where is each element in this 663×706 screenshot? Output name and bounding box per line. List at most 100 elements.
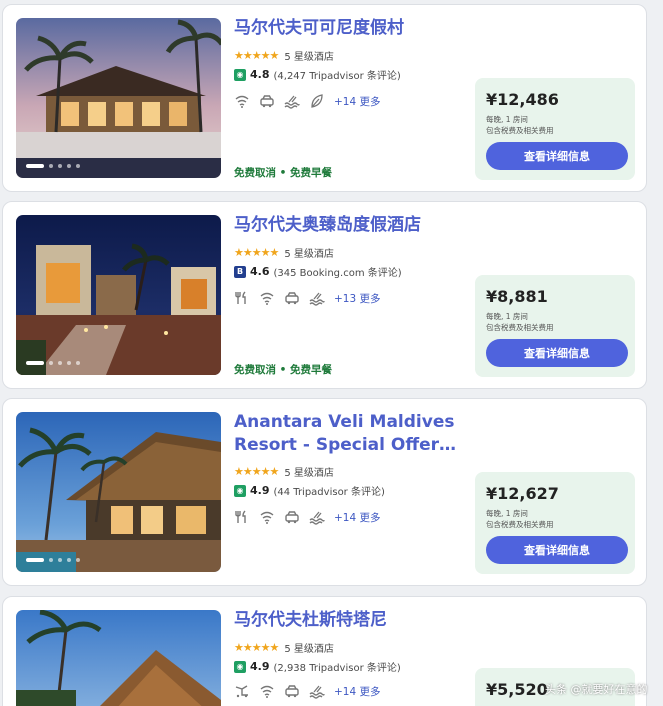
carousel-dot[interactable] <box>26 164 44 168</box>
price-tax-note: 包含税费及相关费用 <box>486 126 554 135</box>
perks-label: 免费取消 • 免费早餐 <box>234 364 333 376</box>
view-details-button[interactable]: 查看详细信息 <box>486 339 628 367</box>
hotel-photo[interactable] <box>16 18 221 178</box>
airport-shuttle-icon <box>234 683 250 699</box>
hotel-photo[interactable] <box>16 215 221 375</box>
review-count: (44 Tripadvisor 条评论) <box>273 487 385 498</box>
tripadvisor-icon: ◉ <box>234 660 246 673</box>
pool-icon <box>309 509 325 525</box>
photo-carousel-dots[interactable] <box>26 164 80 168</box>
review-rating[interactable]: B 4.6 (345 Booking.com 条评论) <box>234 264 402 279</box>
price-tax-note: 包含税费及相关费用 <box>486 323 554 332</box>
hotel-card[interactable]: 马尔代夫奥臻岛度假酒店 ★★★★★ 5 星级酒店 B 4.6 (345 Book… <box>2 201 647 389</box>
watermark: 头条 @就要好在意的 <box>545 683 648 696</box>
resort-dusk-image <box>16 18 221 178</box>
wifi-icon <box>259 509 275 525</box>
hotel-name-link[interactable]: 马尔代夫杜斯特塔尼 <box>234 609 466 632</box>
car-icon <box>284 290 300 306</box>
carousel-dot[interactable] <box>26 361 44 365</box>
star-rating: ★★★★★ 5 星级酒店 <box>234 464 334 479</box>
review-rating[interactable]: ◉ 4.9 (44 Tripadvisor 条评论) <box>234 483 385 498</box>
review-score: 4.9 <box>250 660 270 673</box>
amenities-row: +14 更多 <box>234 683 381 699</box>
pool-icon <box>284 93 300 109</box>
carousel-dot[interactable] <box>76 361 80 365</box>
price-amount: ¥12,486 <box>486 90 559 109</box>
star-rating: ★★★★★ 5 星级酒店 <box>234 48 334 63</box>
carousel-dot[interactable] <box>67 361 71 365</box>
price-per-night-note: 每晚, 1 房间 <box>486 312 528 321</box>
tripadvisor-icon: ◉ <box>234 68 246 81</box>
resort-night-image <box>16 215 221 375</box>
view-details-button[interactable]: 查看详细信息 <box>486 142 628 170</box>
more-amenities-link[interactable]: +14 更多 <box>334 94 381 109</box>
tripadvisor-icon: ◉ <box>234 484 246 497</box>
star-icons: ★★★★★ <box>234 465 279 478</box>
amenities-row: +13 更多 <box>234 290 381 306</box>
carousel-dot[interactable] <box>58 361 62 365</box>
more-amenities-link[interactable]: +13 更多 <box>334 291 381 306</box>
amenities-row: +14 更多 <box>234 93 381 109</box>
carousel-dot[interactable] <box>76 164 80 168</box>
restaurant-icon <box>234 509 250 525</box>
review-score: 4.8 <box>250 68 270 81</box>
price-per-night-note: 每晚, 1 房间 <box>486 115 528 124</box>
price-panel: ¥12,486 每晚, 1 房间 包含税费及相关费用 查看详细信息 <box>475 78 635 180</box>
carousel-dot[interactable] <box>76 558 80 562</box>
wifi-icon <box>259 290 275 306</box>
hotel-card[interactable]: Anantara Veli Maldives Resort - Special … <box>2 398 647 586</box>
star-class-label: 5 星级酒店 <box>284 468 334 479</box>
carousel-dot[interactable] <box>49 164 53 168</box>
price-tax-note: 包含税费及相关费用 <box>486 520 554 529</box>
carousel-dot[interactable] <box>67 164 71 168</box>
carousel-dot[interactable] <box>67 558 71 562</box>
hotel-photo[interactable] <box>16 412 221 572</box>
perks-label: 免费取消 • 免费早餐 <box>234 167 333 179</box>
price-amount: ¥8,881 <box>486 287 548 306</box>
price-panel: ¥12,627 每晚, 1 房间 包含税费及相关费用 查看详细信息 <box>475 472 635 574</box>
price-panel: ¥8,881 每晚, 1 房间 包含税费及相关费用 查看详细信息 <box>475 275 635 377</box>
resort-lodge-image <box>16 610 221 706</box>
carousel-dot[interactable] <box>58 558 62 562</box>
pool-icon <box>309 290 325 306</box>
price-amount: ¥12,627 <box>486 484 559 503</box>
hotel-name-link[interactable]: 马尔代夫可可尼度假村 <box>234 17 466 40</box>
carousel-dot[interactable] <box>26 558 44 562</box>
spa-leaf-icon <box>309 93 325 109</box>
star-class-label: 5 星级酒店 <box>284 52 334 63</box>
pool-icon <box>309 683 325 699</box>
more-amenities-link[interactable]: +14 更多 <box>334 510 381 525</box>
carousel-dot[interactable] <box>49 361 53 365</box>
star-icons: ★★★★★ <box>234 246 279 259</box>
price-per-night-note: 每晚, 1 房间 <box>486 509 528 518</box>
carousel-dot[interactable] <box>49 558 53 562</box>
hotel-name-link[interactable]: Anantara Veli Maldives Resort - Special … <box>234 411 466 457</box>
hotel-name-link[interactable]: 马尔代夫奥臻岛度假酒店 <box>234 214 466 237</box>
wifi-icon <box>234 93 250 109</box>
booking-icon: B <box>234 265 246 278</box>
star-rating: ★★★★★ 5 星级酒店 <box>234 640 334 655</box>
star-icons: ★★★★★ <box>234 641 279 654</box>
star-class-label: 5 星级酒店 <box>284 249 334 260</box>
wifi-icon <box>259 683 275 699</box>
price-amount: ¥5,520 <box>486 680 548 699</box>
car-icon <box>284 683 300 699</box>
photo-carousel-dots[interactable] <box>26 361 80 365</box>
carousel-dot[interactable] <box>58 164 62 168</box>
review-count: (345 Booking.com 条评论) <box>273 268 402 279</box>
amenities-row: +14 更多 <box>234 509 381 525</box>
more-amenities-link[interactable]: +14 更多 <box>334 684 381 699</box>
view-details-button[interactable]: 查看详细信息 <box>486 536 628 564</box>
star-class-label: 5 星级酒店 <box>284 644 334 655</box>
photo-carousel-dots[interactable] <box>26 558 80 562</box>
restaurant-icon <box>234 290 250 306</box>
star-icons: ★★★★★ <box>234 49 279 62</box>
hotel-photo[interactable] <box>16 610 221 706</box>
resort-villa-image <box>16 412 221 572</box>
review-rating[interactable]: ◉ 4.8 (4,247 Tripadvisor 条评论) <box>234 67 401 82</box>
review-count: (4,247 Tripadvisor 条评论) <box>273 71 401 82</box>
review-rating[interactable]: ◉ 4.9 (2,938 Tripadvisor 条评论) <box>234 659 401 674</box>
hotel-card[interactable]: 马尔代夫可可尼度假村 ★★★★★ 5 星级酒店 ◉ 4.8 (4,247 Tri… <box>2 4 647 192</box>
car-icon <box>259 93 275 109</box>
review-count: (2,938 Tripadvisor 条评论) <box>273 663 401 674</box>
